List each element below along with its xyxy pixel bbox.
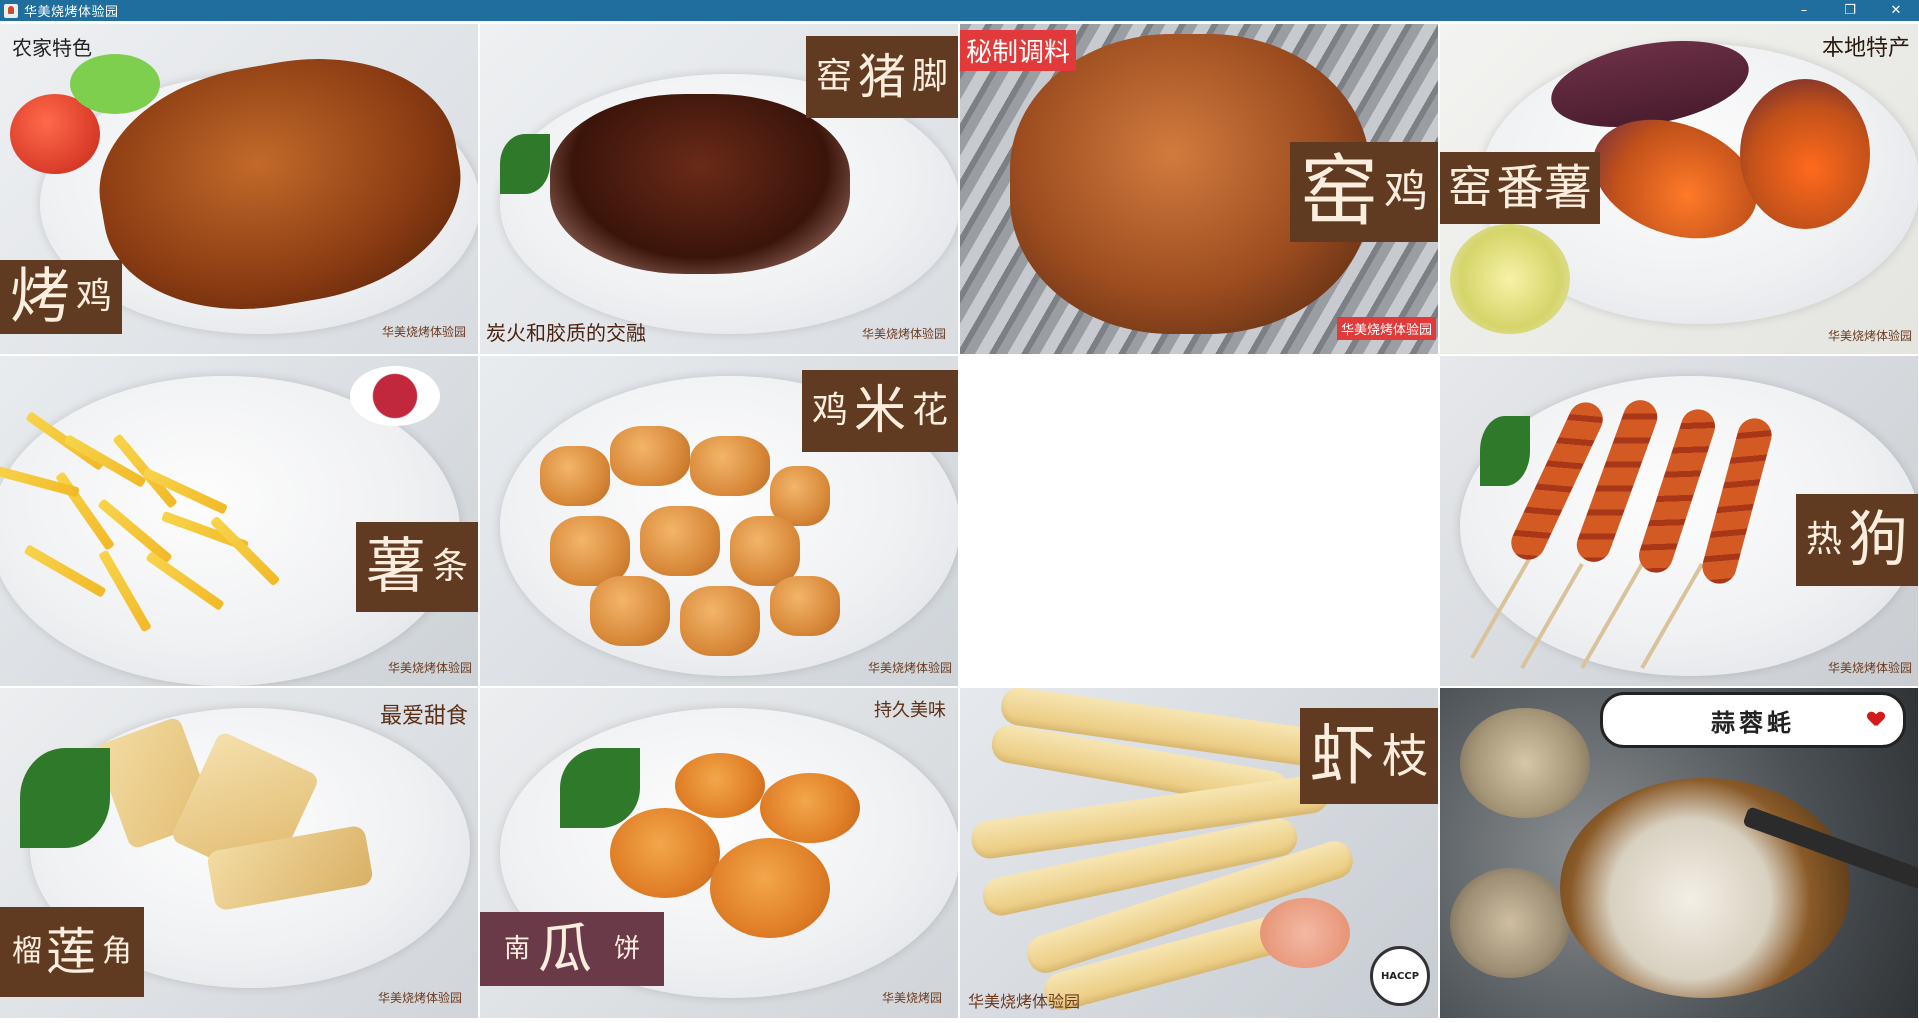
tagline: 最爱甜食 — [379, 704, 468, 729]
window-controls: – ❐ ✕ — [1781, 0, 1919, 21]
item-name-suffix: 角 — [102, 934, 132, 969]
menu-grid: 农家特色 烤 鸡 华美烧烤体验园 窑 猪 脚 炭火和胶质的交融 华美烧烤体验园 … — [0, 24, 1919, 1023]
item-name-label: 热 狗 — [1795, 494, 1918, 586]
item-name-suffix: 枝 — [1382, 729, 1428, 783]
item-name-main: 狗 — [1848, 505, 1908, 575]
parsley-image — [560, 748, 640, 828]
menu-item-hot-dog[interactable]: 热 狗 华美烧烤体验园 — [1440, 356, 1918, 686]
item-name-main: 猪 — [857, 49, 906, 105]
parsley-image — [500, 134, 550, 194]
watermark: 华美烧烤体验园 — [377, 991, 462, 1005]
menu-item-shrimp-roll[interactable]: 虾 枝 HACCP 华美烧烤体验园 — [960, 688, 1438, 1018]
item-name-main: 烤 — [10, 262, 70, 332]
special-tag: 秘制调料 — [960, 30, 1077, 71]
watermark: 华美烧烤体验园 — [867, 661, 952, 675]
item-name-suffix: 饼 — [614, 934, 641, 964]
pork-knuckle-image — [550, 94, 850, 274]
item-name-label: 窑 番薯 — [1440, 152, 1601, 224]
tagline: 本地特产 — [1821, 36, 1910, 61]
item-name-main: 瓜 — [538, 917, 593, 980]
item-name-label: 窑 猪 脚 — [805, 36, 958, 118]
item-name-label: 烤 鸡 — [0, 260, 123, 334]
title-bar: 华美烧烤体验园 – ❐ ✕ — [0, 0, 1919, 21]
watermark: 华美烧烤体验园 — [1336, 317, 1436, 340]
item-name-label: 薯 条 — [355, 522, 478, 612]
menu-item-roast-chicken[interactable]: 农家特色 烤 鸡 华美烧烤体验园 — [0, 24, 478, 354]
flower-image — [1450, 224, 1570, 334]
item-name-main: 番薯 — [1496, 160, 1593, 216]
empty-slot — [960, 356, 1438, 686]
oyster-shell-image — [1460, 708, 1590, 818]
item-name-main: 虾 — [1310, 717, 1376, 794]
lettuce-image — [70, 54, 160, 114]
watermark: 华美烧烤体验园 — [861, 327, 946, 341]
item-name-label: 虾 枝 — [1300, 708, 1438, 804]
item-name-suffix: 花 — [911, 390, 948, 431]
heart-icon — [1868, 712, 1884, 726]
item-name-prefix: 鸡 — [811, 390, 848, 431]
watermark: 华美烧烤体验园 — [968, 992, 1081, 1011]
tagline: 持久美味 — [874, 700, 946, 721]
menu-item-pork-knuckle[interactable]: 窑 猪 脚 炭火和胶质的交融 华美烧烤体验园 — [480, 24, 958, 354]
ketchup-dish-image — [350, 366, 440, 426]
app-icon — [4, 3, 18, 18]
watermark: 华美烧烤体验园 — [381, 325, 466, 339]
item-name-main: 薯 — [365, 532, 426, 602]
tagline: 炭火和胶质的交融 — [486, 321, 646, 345]
item-name-prefix: 榴 — [12, 934, 42, 969]
menu-item-garlic-oyster[interactable]: 蒜蓉蚝 — [1440, 688, 1918, 1018]
item-name-label: 鸡 米 花 — [801, 370, 958, 452]
watermark: 华美烧烤体验园 — [387, 661, 472, 675]
item-name-bubble: 蒜蓉蚝 — [1600, 692, 1906, 748]
menu-item-sweet-potato[interactable]: 窑 番薯 本地特产 华美烧烤体验园 — [1440, 24, 1918, 354]
window-title: 华美烧烤体验园 — [24, 5, 119, 20]
item-name-prefix: 热 — [1805, 519, 1842, 560]
menu-item-popcorn-chicken[interactable]: 鸡 米 花 华美烧烤体验园 — [480, 356, 958, 686]
menu-item-fries[interactable]: 薯 条 华美烧烤体验园 — [0, 356, 478, 686]
watermark: 华美烧烤体验园 — [1827, 329, 1912, 343]
item-name-main: 米 — [853, 381, 906, 441]
menu-item-pumpkin-cake[interactable]: 持久美味 南 瓜 饼 华美烧烤园 — [480, 688, 958, 1018]
item-name-label: 南 瓜 饼 — [480, 912, 665, 986]
shrimp-image — [1260, 898, 1350, 968]
watermark: 华美烧烤园 — [881, 991, 942, 1005]
item-name-main: 窑 — [1299, 147, 1378, 237]
menu-item-kiln-chicken[interactable]: 秘制调料 窑 鸡 华美烧烤体验园 — [960, 24, 1438, 354]
sweet-potato-half-image — [1740, 79, 1870, 229]
close-button[interactable]: ✕ — [1873, 0, 1919, 21]
maximize-button[interactable]: ❐ — [1827, 0, 1873, 21]
item-name-suffix: 脚 — [911, 56, 948, 97]
minimize-button[interactable]: – — [1781, 0, 1827, 21]
parsley-image — [20, 748, 110, 848]
item-name-label: 榴 莲 角 — [0, 907, 144, 997]
watermark: 华美烧烤体验园 — [1827, 661, 1912, 675]
menu-item-durian-puff[interactable]: 最爱甜食 榴 莲 角 华美烧烤体验园 — [0, 688, 478, 1018]
tagline: 农家特色 — [12, 36, 92, 60]
parsley-image — [1480, 416, 1530, 486]
item-name-suffix: 条 — [431, 546, 468, 587]
haccp-badge: HACCP — [1370, 946, 1430, 1006]
item-name-suffix: 鸡 — [1384, 166, 1428, 217]
item-name-suffix: 鸡 — [76, 276, 113, 317]
item-name-prefix: 南 — [504, 934, 531, 964]
item-name-prefix: 窑 — [1448, 162, 1492, 213]
item-name-prefix: 窑 — [815, 56, 852, 97]
item-name-main: 莲 — [46, 923, 96, 981]
oyster-shell-image — [1450, 868, 1570, 978]
item-name-label: 窑 鸡 — [1289, 142, 1438, 242]
oyster-image — [1560, 778, 1850, 998]
